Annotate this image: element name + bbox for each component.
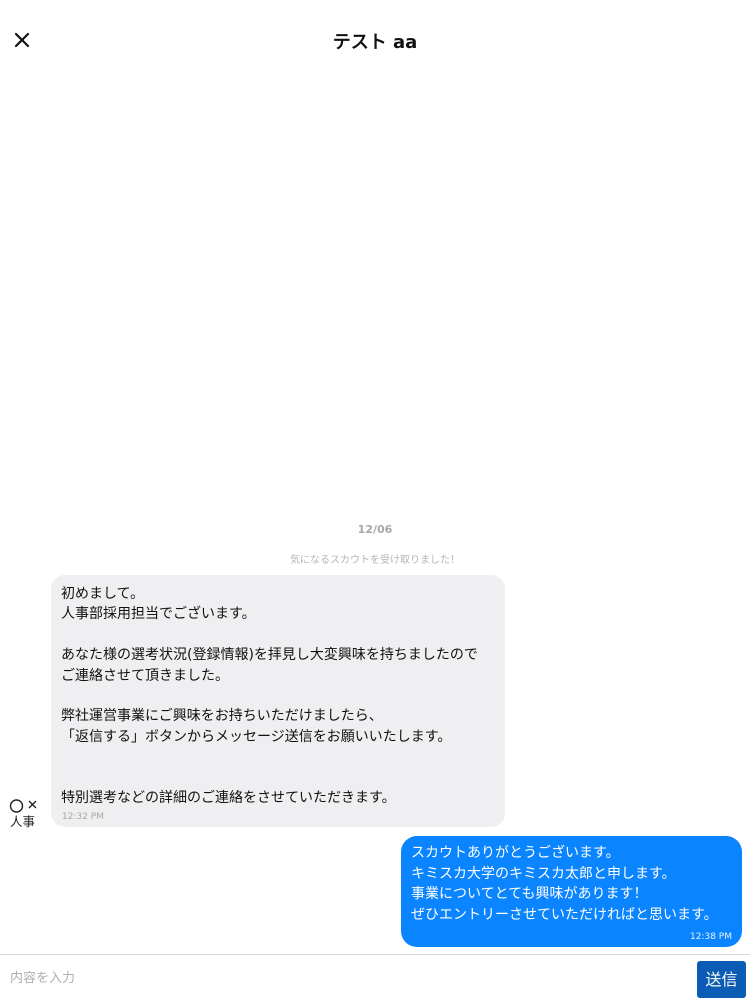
outgoing-message: スカウトありがとうございます。 キミスカ大学のキミスカ太郎と申します。 事業につ… <box>401 836 742 947</box>
outgoing-message-time: 12:38 PM <box>690 932 732 942</box>
incoming-message-text: 初めまして。 人事部採用担当でございます。 あなた様の選考状況(登録情報)を拝見… <box>61 586 478 807</box>
system-notice: 気になるスカウトを受け取りました！ <box>290 555 460 566</box>
chat-screen: テスト aa 12/06 気になるスカウトを受け取りました！ 初めまして。 人事… <box>0 0 750 1000</box>
company-avatar-icon: 人事 <box>9 799 37 829</box>
chat-header: テスト aa <box>0 0 750 84</box>
outgoing-message-text: スカウトありがとうございます。 キミスカ大学のキミスカ太郎と申します。 事業につ… <box>411 845 718 923</box>
incoming-message-time: 12:32 PM <box>62 812 104 822</box>
chat-title: テスト aa <box>332 32 418 53</box>
send-button[interactable]: 送信 <box>697 961 746 998</box>
message-composer: 送信 <box>0 954 750 1000</box>
avatar-text: 人事 <box>10 814 35 829</box>
message-input[interactable] <box>8 961 682 995</box>
company-avatar: 人事 <box>8 796 42 830</box>
date-separator: 12/06 <box>357 523 393 536</box>
incoming-message: 初めまして。 人事部採用担当でございます。 あなた様の選考状況(登録情報)を拝見… <box>51 575 505 827</box>
